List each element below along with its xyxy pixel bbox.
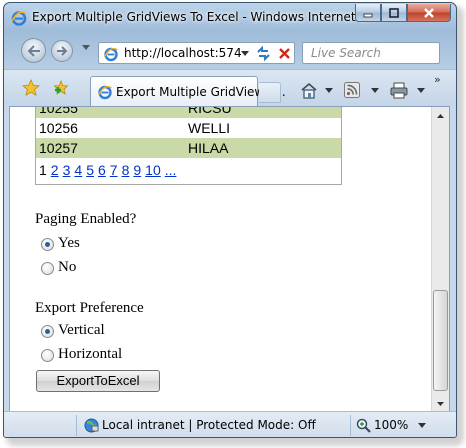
tab-page-icon bbox=[97, 85, 112, 100]
scroll-up-arrow-icon bbox=[437, 113, 444, 118]
grid-pager: 1 2 3 4 5 6 7 8 9 10... bbox=[36, 158, 341, 184]
zoom-magnifier-icon bbox=[356, 418, 371, 433]
paging-yes-radio[interactable] bbox=[41, 238, 54, 251]
scrollbar-thumb[interactable] bbox=[433, 290, 448, 391]
zoom-level[interactable]: 100% bbox=[374, 418, 408, 432]
stop-icon[interactable] bbox=[277, 46, 292, 61]
paging-no-radio[interactable] bbox=[41, 262, 54, 275]
pager-link-5[interactable]: 5 bbox=[86, 162, 94, 178]
search-box[interactable]: Live Search bbox=[302, 42, 440, 64]
paging-enabled-label: Paging Enabled? bbox=[35, 211, 137, 227]
more-tools-chevron-icon[interactable]: » bbox=[434, 73, 441, 86]
pager-current-page: 1 bbox=[39, 162, 47, 178]
url-text: http://localhost:574 bbox=[124, 46, 242, 60]
paging-yes-label[interactable]: Yes bbox=[58, 235, 80, 252]
grid-cell-id: 10255 bbox=[39, 106, 78, 116]
tab-export-gridviews[interactable]: Export Multiple GridViews ... bbox=[90, 76, 286, 107]
title-bar[interactable]: Export Multiple GridViews To Excel - Win… bbox=[4, 3, 456, 33]
ie-icon bbox=[11, 11, 27, 26]
page-viewport: 10255 RICSU 10256 WELLI 10257 HILAA 1234… bbox=[9, 106, 450, 411]
add-favorite-icon[interactable] bbox=[52, 79, 70, 97]
feeds-dropdown-icon bbox=[371, 87, 379, 93]
address-bar[interactable]: http://localhost:574 bbox=[98, 42, 295, 64]
export-vertical-radio[interactable] bbox=[41, 325, 54, 338]
back-arrow-icon bbox=[27, 44, 40, 57]
pager-link-6[interactable]: 6 bbox=[98, 162, 106, 178]
page-icon bbox=[103, 47, 118, 62]
grid-cell-id: 10256 bbox=[39, 120, 78, 136]
search-placeholder: Live Search bbox=[311, 46, 381, 60]
feeds-button[interactable] bbox=[344, 82, 380, 98]
orders-gridview: 10255 RICSU 10256 WELLI 10257 HILAA 1234… bbox=[35, 107, 342, 185]
favorites-star-icon[interactable] bbox=[22, 79, 40, 97]
pager-link-9[interactable]: 9 bbox=[133, 162, 141, 178]
export-horizontal-label[interactable]: Horizontal bbox=[58, 346, 122, 363]
scroll-down-arrow-icon bbox=[437, 401, 444, 406]
intranet-zone-icon bbox=[84, 418, 99, 433]
scroll-up-button[interactable] bbox=[432, 107, 449, 124]
paging-no-label[interactable]: No bbox=[58, 259, 76, 276]
export-preference-label: Export Preference bbox=[35, 300, 144, 316]
table-row: 10255 RICSU bbox=[36, 106, 341, 118]
browser-window: Export Multiple GridViews To Excel - Win… bbox=[3, 2, 457, 438]
home-icon bbox=[301, 82, 317, 99]
home-button[interactable] bbox=[300, 82, 334, 99]
home-dropdown-icon bbox=[325, 88, 333, 93]
pager-link-4[interactable]: 4 bbox=[74, 162, 82, 178]
status-bar: Local intranet | Protected Mode: Off 100… bbox=[4, 411, 456, 437]
export-horizontal-radio[interactable] bbox=[41, 349, 54, 362]
tab-bar: Export Multiple GridViews ... » bbox=[4, 69, 456, 107]
window-title: Export Multiple GridViews To Excel - Win… bbox=[32, 10, 386, 24]
print-button[interactable] bbox=[390, 82, 426, 99]
pager-link-8[interactable]: 8 bbox=[122, 162, 130, 178]
new-tab-button[interactable] bbox=[259, 82, 281, 103]
export-vertical-label[interactable]: Vertical bbox=[58, 322, 105, 339]
close-button[interactable] bbox=[407, 4, 451, 22]
navigation-bar: http://localhost:574 Live Search bbox=[4, 35, 456, 65]
history-dropdown-icon[interactable] bbox=[82, 45, 90, 50]
refresh-icon[interactable] bbox=[255, 45, 272, 62]
pager-link-7[interactable]: 7 bbox=[110, 162, 118, 178]
maximize-icon bbox=[389, 7, 399, 18]
close-icon bbox=[424, 7, 434, 18]
pager-link-3[interactable]: 3 bbox=[63, 162, 71, 178]
back-button[interactable] bbox=[21, 38, 46, 63]
security-zone-text[interactable]: Local intranet | Protected Mode: Off bbox=[102, 418, 316, 432]
grid-cell-code: HILAA bbox=[188, 140, 229, 156]
forward-button[interactable] bbox=[51, 40, 73, 62]
zoom-dropdown-icon[interactable] bbox=[418, 423, 426, 428]
grid-cell-id: 10257 bbox=[39, 140, 78, 156]
rss-feed-icon bbox=[344, 82, 360, 98]
address-dropdown-icon[interactable] bbox=[241, 51, 249, 56]
scroll-down-button[interactable] bbox=[432, 395, 449, 411]
forward-arrow-icon bbox=[57, 46, 68, 56]
print-dropdown-icon bbox=[417, 88, 425, 93]
pager-link-more[interactable]: ... bbox=[165, 162, 177, 178]
maximize-button[interactable] bbox=[381, 4, 407, 22]
status-separator bbox=[76, 415, 77, 436]
printer-icon bbox=[390, 82, 408, 99]
vertical-scrollbar[interactable] bbox=[431, 107, 449, 411]
export-to-excel-button[interactable]: ExportToExcel bbox=[36, 370, 160, 392]
grid-cell-code: WELLI bbox=[188, 120, 231, 136]
table-row: 10256 WELLI bbox=[36, 118, 341, 138]
status-separator bbox=[350, 415, 351, 436]
table-row: 10257 HILAA bbox=[36, 138, 341, 158]
page-content: 10255 RICSU 10256 WELLI 10257 HILAA 1234… bbox=[10, 107, 432, 411]
pager-link-10[interactable]: 10 bbox=[145, 162, 161, 178]
minimize-icon bbox=[363, 13, 373, 17]
grid-cell-code: RICSU bbox=[188, 106, 232, 116]
minimize-button[interactable] bbox=[355, 4, 381, 22]
pager-link-2[interactable]: 2 bbox=[51, 162, 59, 178]
